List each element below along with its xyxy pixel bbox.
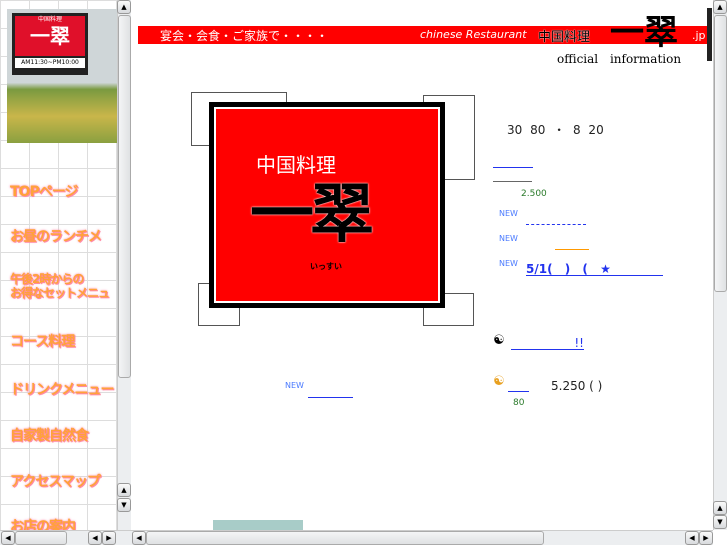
sign-hours: AM11:30~PM10:00 [15, 58, 85, 68]
news-link[interactable] [555, 236, 589, 250]
info-text [493, 168, 532, 182]
sidebar-frame: 中国料理 一翠 AM11:30~PM10:00 TOPページ お昼のランチメ 午後… [0, 0, 131, 545]
info-link[interactable] [493, 154, 533, 168]
sign-name: 一翠 [30, 24, 70, 48]
new-badge: NEW [499, 209, 518, 218]
sign-kanji: 中国料理 [37, 16, 62, 23]
partial-image [213, 520, 303, 530]
scroll-up-icon[interactable]: ▲ [117, 483, 131, 497]
scroll-left-icon[interactable]: ◀ [1, 531, 15, 545]
nav-set-menu-line1: 午後2時からの [10, 272, 84, 286]
news-link-may1[interactable]: 5/1( ) ( ★ [526, 262, 663, 276]
main-vscrollbar[interactable]: ▲ ▲ ▼ [713, 0, 727, 530]
main-hscroll-thumb[interactable] [146, 531, 544, 545]
scroll-down-icon[interactable]: ▼ [713, 515, 727, 529]
nav-set-menu[interactable]: 午後2時からの お得なセットメニュ [10, 272, 110, 300]
count-80: 80 [513, 398, 525, 408]
new-badge: NEW [285, 381, 304, 390]
header-banner: 宴会・会食・ご家族で・・・・ chinese Restaurant 中国料理 一… [138, 14, 710, 52]
news-link[interactable] [308, 384, 353, 398]
scroll-left-icon[interactable]: ◀ [88, 531, 102, 545]
new-badge: NEW [499, 234, 518, 243]
business-hours: 30 80 ・ 8 20 [507, 123, 604, 137]
scroll-right-icon[interactable]: ▶ [102, 531, 116, 545]
price-2500: 2.500 [521, 189, 547, 199]
nav-lunch[interactable]: お昼のランチメ [10, 229, 102, 245]
notice-link[interactable]: !! [511, 336, 584, 350]
header-logo-name: 一翠 [610, 13, 678, 53]
logo-kanji: 中国料理 [256, 153, 336, 177]
nav-top[interactable]: TOPページ [10, 184, 78, 200]
header-tagline: 宴会・会食・ご家族で・・・・ [160, 29, 329, 43]
header-domain: .jp [692, 29, 706, 42]
header-image-strip [707, 8, 712, 61]
nav-access[interactable]: アクセスマップ [10, 474, 101, 490]
shop-sign: 中国料理 一翠 AM11:30~PM10:00 [12, 13, 88, 75]
nav-set-menu-line2: お得なセットメニュ [10, 286, 110, 300]
official-information: official information [557, 52, 682, 66]
yin-yang-icon: ☯ [493, 374, 505, 389]
scroll-up-icon[interactable]: ▲ [713, 0, 727, 14]
scroll-up-icon[interactable]: ▲ [713, 501, 727, 515]
nav-drink[interactable]: ドリンクメニュー [10, 382, 114, 398]
logo-name: 一翠 [250, 177, 374, 252]
yin-yang-icon: ☯ [493, 333, 505, 348]
notice-link[interactable] [508, 378, 529, 392]
scroll-left-icon[interactable]: ◀ [685, 531, 699, 545]
sidebar-vscrollbar[interactable]: ▲ ▲ ▼ [117, 0, 131, 530]
new-badge: NEW [499, 259, 518, 268]
logo-kana: いっすい [310, 262, 342, 271]
main-vscroll-thumb[interactable] [714, 15, 727, 292]
main-hscrollbar[interactable]: ◀ ◀ ▶ [131, 530, 713, 545]
price-5250: 5.250 ( ) [551, 379, 603, 393]
sidebar-hscroll-thumb[interactable] [15, 531, 67, 545]
header-subtitle: chinese Restaurant [420, 28, 527, 41]
sidebar-hscrollbar[interactable]: ◀ ◀ ▶ [0, 530, 131, 545]
restaurant-photo: 中国料理 一翠 AM11:30~PM10:00 [7, 9, 117, 143]
nav-natural-food[interactable]: 自家製自然食 [10, 428, 89, 444]
sidebar-vscroll-thumb[interactable] [118, 15, 131, 378]
scroll-left-icon[interactable]: ◀ [132, 531, 146, 545]
nav-course[interactable]: コース料理 [10, 334, 75, 350]
header-kanji: 中国料理 [538, 30, 591, 45]
news-link[interactable] [526, 211, 586, 225]
scroll-up-icon[interactable]: ▲ [117, 0, 131, 14]
restaurant-logo: 中国料理 一翠 いっすい [209, 102, 445, 308]
scroll-right-icon[interactable]: ▶ [699, 531, 713, 545]
scroll-down-icon[interactable]: ▼ [117, 498, 131, 512]
